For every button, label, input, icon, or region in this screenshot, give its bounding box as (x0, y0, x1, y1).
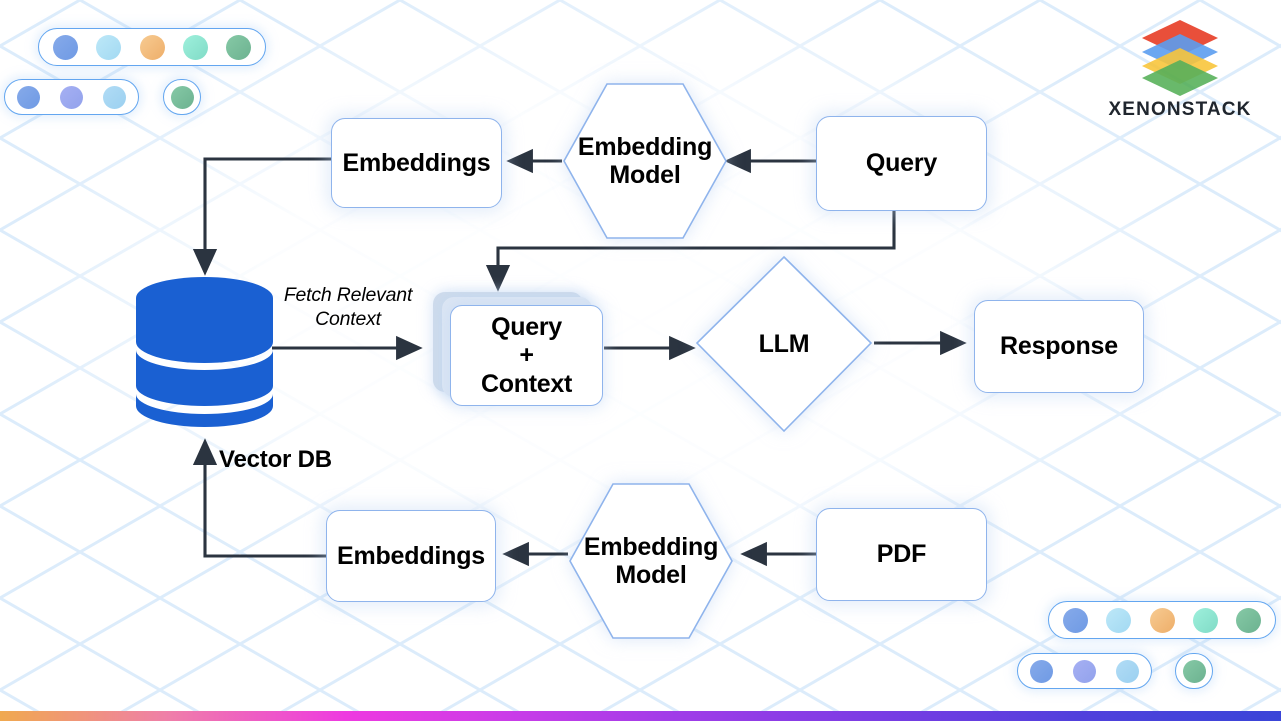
decor-dot (60, 85, 83, 109)
decor-dot (1149, 607, 1175, 633)
node-label: Query (865, 149, 938, 177)
decor-dot (1030, 659, 1053, 683)
node-query-context[interactable]: Query + Context (433, 292, 605, 408)
label-fetch-relevant-context: Fetch Relevant Context (283, 284, 413, 330)
bottom-accent-bar (0, 711, 1281, 721)
node-embeddings-bottom[interactable]: Embeddings (326, 510, 496, 602)
decorative-pill-bottom-small (1017, 653, 1152, 689)
decor-dot (1192, 607, 1218, 633)
node-query[interactable]: Query (816, 116, 987, 211)
node-label: Embeddings (336, 541, 485, 570)
node-embeddings-top[interactable]: Embeddings (331, 118, 502, 208)
decor-dot (96, 34, 122, 60)
node-vector-db[interactable] (136, 276, 273, 428)
node-llm[interactable]: LLM (694, 254, 874, 434)
node-embedding-model-top[interactable]: Embedding Model (562, 82, 728, 240)
decor-dot (1116, 659, 1139, 683)
decor-dot (1106, 607, 1132, 633)
diagram-canvas: XENONSTACK Embeddings Embedding Model Qu… (0, 0, 1281, 721)
node-response[interactable]: Response (974, 300, 1144, 393)
node-label: PDF (876, 540, 927, 568)
decorative-pill-top-large (38, 28, 266, 66)
brand-logo: XENONSTACK (1104, 18, 1256, 121)
decor-dot (53, 34, 78, 60)
node-label: LLM (758, 329, 810, 358)
decor-dot (170, 85, 194, 109)
node-pdf[interactable]: PDF (816, 508, 987, 601)
decor-dot (17, 85, 40, 109)
decor-dot (1236, 607, 1261, 633)
decor-dot (139, 34, 165, 60)
node-label: Response (1000, 332, 1118, 360)
decor-dot (182, 34, 208, 60)
node-embedding-model-bottom[interactable]: Embedding Model (568, 482, 734, 640)
decor-dot (1182, 659, 1206, 683)
decorative-pill-top-single (163, 79, 201, 115)
node-label: Embedding Model (583, 532, 719, 590)
decorative-pill-top-small (4, 79, 139, 115)
node-label: Embeddings (342, 148, 491, 177)
decor-dot (1073, 659, 1096, 683)
decor-dot (103, 85, 126, 109)
decor-dot (1063, 607, 1088, 633)
brand-name: XENONSTACK (1108, 99, 1252, 120)
label-vector-db: Vector DB (219, 446, 332, 473)
decorative-pill-bottom-single (1175, 653, 1213, 689)
decorative-pill-bottom-large (1048, 601, 1276, 639)
stacked-layers-logo-icon (1142, 20, 1218, 96)
card-front-layer: Query + Context (450, 305, 603, 406)
decor-dot (226, 34, 251, 60)
node-label: Embedding Model (577, 132, 713, 190)
edge-embeddings-to-vector-db (192, 157, 331, 276)
